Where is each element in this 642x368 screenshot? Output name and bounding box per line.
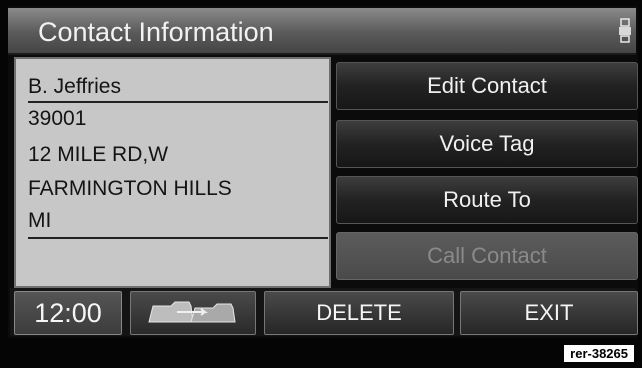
title-bar: Contact Information [8, 8, 636, 55]
clock-display[interactable]: 12:00 [14, 291, 122, 335]
call-contact-button[interactable]: Call Contact [336, 232, 638, 280]
address-line: MI [28, 209, 52, 232]
address-line: FARMINGTON HILLS [28, 177, 232, 200]
reference-label: rer-38265 [564, 345, 634, 362]
folder-transfer-button[interactable] [130, 291, 256, 335]
divider [28, 101, 328, 103]
route-to-button[interactable]: Route To [336, 176, 638, 224]
exit-button[interactable]: EXIT [460, 291, 638, 335]
folder-transfer-icon [148, 301, 236, 323]
edit-contact-button[interactable]: Edit Contact [336, 62, 638, 110]
page-title: Contact Information [38, 17, 274, 47]
address-line: 39001 [28, 107, 87, 130]
divider [28, 237, 328, 239]
delete-button[interactable]: DELETE [264, 291, 454, 335]
voice-tag-button[interactable]: Voice Tag [336, 120, 638, 168]
contact-details-panel: B. Jeffries 39001 12 MILE RD,W FARMINGTO… [14, 57, 331, 288]
printer-icon [619, 18, 631, 43]
address-line: 12 MILE RD,W [28, 143, 169, 166]
contact-name: B. Jeffries [28, 75, 121, 98]
